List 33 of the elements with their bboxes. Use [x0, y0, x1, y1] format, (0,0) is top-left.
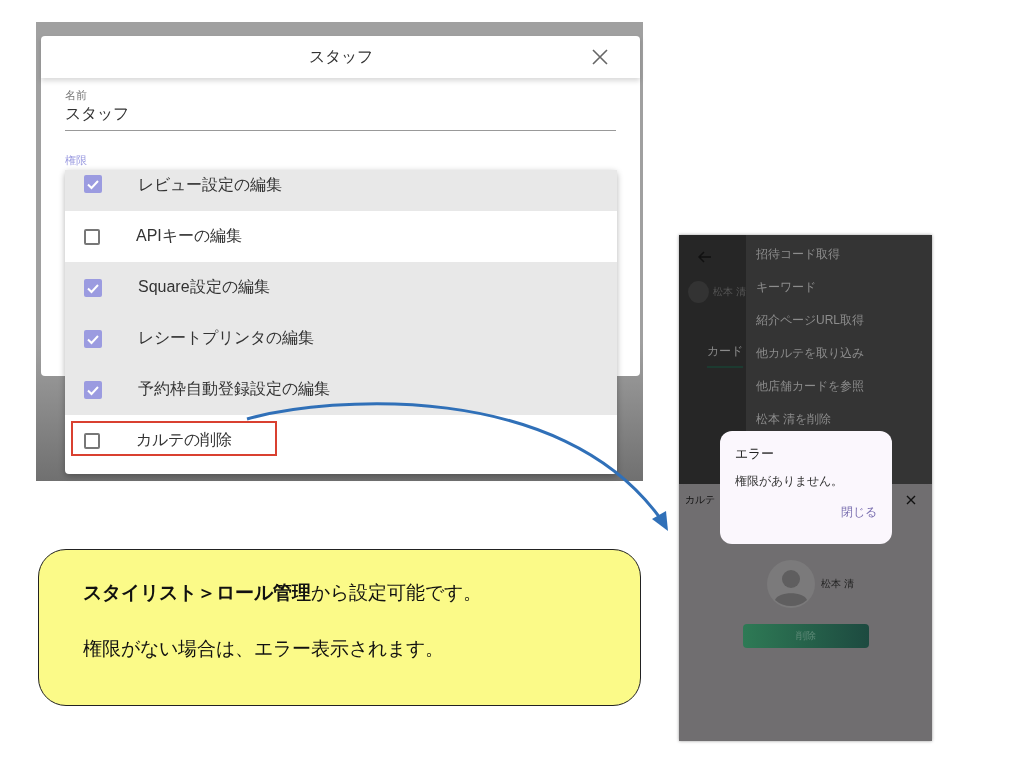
permission-option[interactable]: レビュー設定の編集 — [65, 170, 617, 211]
menu-item[interactable]: 松本 清を削除 — [756, 412, 932, 427]
tab[interactable]: カード — [707, 343, 743, 368]
checkbox[interactable] — [84, 380, 102, 399]
dialog-title: スタッフ — [308, 46, 373, 67]
checkbox[interactable] — [84, 278, 102, 297]
permission-option[interactable]: APIキーの編集 — [65, 211, 617, 262]
checkbox[interactable] — [84, 228, 100, 245]
checkbox[interactable] — [84, 175, 102, 193]
menu-item[interactable]: 他カルテを取り込み — [756, 346, 932, 361]
permission-option[interactable]: 予約枠自動登録設定の編集 — [65, 364, 617, 415]
checkbox[interactable] — [84, 432, 100, 449]
field-label: 名前 — [65, 88, 87, 103]
close-icon[interactable] — [906, 495, 916, 505]
menu-item[interactable]: 紹介ページURL取得 — [756, 313, 932, 328]
note-text: スタイリスト＞ロール管理から設定可能です。 — [83, 581, 482, 605]
permission-option[interactable]: Square設定の編集 — [65, 262, 617, 313]
close-button[interactable]: 閉じる — [835, 502, 883, 523]
profile-name: 松本 清 — [821, 577, 854, 591]
menu-item[interactable]: 他店舗カードを参照 — [756, 379, 932, 394]
sheet-title: カルテ — [685, 493, 715, 507]
name-field[interactable]: スタッフ — [65, 103, 616, 131]
close-icon[interactable] — [592, 49, 608, 65]
dialog-title: エラー — [735, 445, 774, 463]
permission-option[interactable]: カルテの削除 — [65, 415, 617, 466]
note-text: 権限がない場合は、エラー表示されます。 — [83, 637, 444, 661]
avatar-icon — [767, 560, 816, 608]
checkbox[interactable] — [84, 329, 102, 348]
menu-item[interactable]: 招待コード取得 — [756, 247, 932, 262]
permission-option[interactable]: レシートプリンタの編集 — [65, 313, 617, 364]
field-label: 権限 — [65, 153, 87, 168]
menu-item[interactable]: キーワード — [756, 280, 932, 295]
error-message: 権限がありません。 — [735, 473, 843, 490]
